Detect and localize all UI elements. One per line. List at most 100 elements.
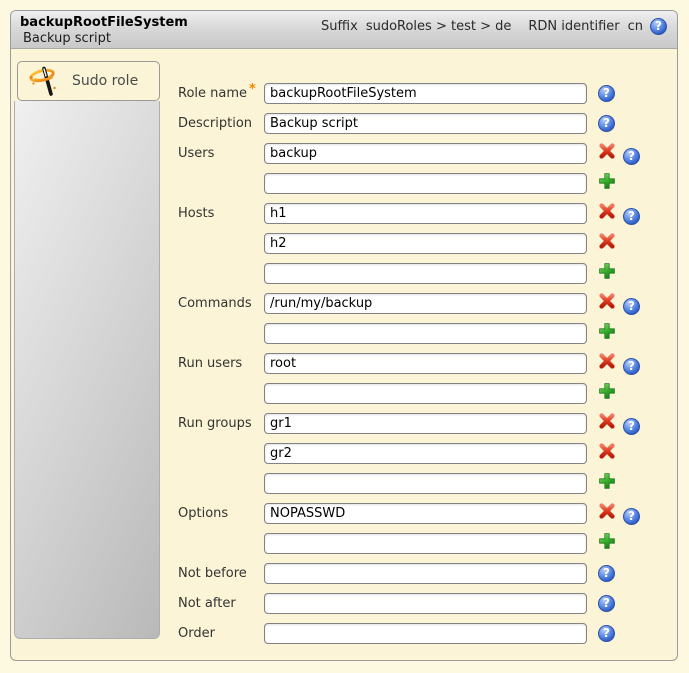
field-row: Description ?: [178, 108, 677, 138]
delete-icon[interactable]: [598, 142, 616, 160]
field-row: Users ?: [178, 138, 677, 168]
row-actions: ?: [587, 352, 640, 375]
add-icon[interactable]: [598, 382, 616, 400]
field-label: Not after: [178, 596, 264, 611]
add-icon[interactable]: [598, 322, 616, 340]
run-groups-new-input[interactable]: [264, 473, 587, 494]
row-actions: [587, 442, 616, 464]
page-subtitle: Backup script: [23, 31, 188, 47]
users-new-input[interactable]: [264, 173, 587, 194]
field-row: [178, 438, 677, 468]
users-1-input[interactable]: [264, 143, 587, 164]
field-label: Order: [178, 626, 264, 641]
help-icon[interactable]: ?: [598, 85, 615, 102]
description-input[interactable]: [264, 113, 587, 134]
row-actions: ?: [587, 85, 615, 102]
row-actions: ?: [587, 412, 640, 435]
suffix-value: sudoRoles > test > de: [366, 19, 512, 34]
run-users-1-input[interactable]: [264, 353, 587, 374]
add-icon[interactable]: [598, 262, 616, 280]
row-actions: ?: [587, 565, 615, 582]
field-label: Run groups: [178, 416, 264, 431]
help-icon[interactable]: ?: [650, 18, 667, 35]
delete-icon[interactable]: [598, 292, 616, 310]
field-row: [178, 318, 677, 348]
sudo-role-form: Role name* ? Description ? Users ? Hosts: [160, 49, 677, 660]
sidebar-body: [14, 101, 160, 639]
options-1-input[interactable]: [264, 503, 587, 524]
add-icon[interactable]: [598, 172, 616, 190]
help-icon[interactable]: ?: [623, 418, 640, 435]
delete-icon[interactable]: [598, 502, 616, 520]
add-icon[interactable]: [598, 532, 616, 550]
title-block: backupRootFileSystem Backup script: [20, 15, 188, 47]
row-actions: ?: [587, 115, 615, 132]
hosts-2-input[interactable]: [264, 233, 587, 254]
row-actions: [587, 172, 616, 194]
field-row: [178, 228, 677, 258]
field-row: [178, 258, 677, 288]
tab-sudo-role[interactable]: Sudo role: [17, 61, 160, 101]
field-label: Run users: [178, 356, 264, 371]
delete-icon[interactable]: [598, 232, 616, 250]
help-icon[interactable]: ?: [598, 595, 615, 612]
order-input[interactable]: [264, 623, 587, 644]
field-row: [178, 528, 677, 558]
delete-icon[interactable]: [598, 412, 616, 430]
commands-new-input[interactable]: [264, 323, 587, 344]
row-actions: [587, 322, 616, 344]
help-icon[interactable]: ?: [598, 625, 615, 642]
row-actions: [587, 232, 616, 254]
field-label: Commands: [178, 296, 264, 311]
rdn-group: RDN identifier cn: [528, 19, 643, 34]
role-name-input[interactable]: [264, 83, 587, 104]
rdn-identifier-label: RDN identifier: [528, 19, 619, 34]
options-new-input[interactable]: [264, 533, 587, 554]
help-icon[interactable]: ?: [623, 358, 640, 375]
main-panel: backupRootFileSystem Backup script Suffi…: [10, 10, 678, 661]
row-actions: [587, 472, 616, 494]
help-icon[interactable]: ?: [623, 148, 640, 165]
delete-icon[interactable]: [598, 202, 616, 220]
field-row: Hosts ?: [178, 198, 677, 228]
row-actions: [587, 262, 616, 284]
field-label: Users: [178, 146, 264, 161]
required-marker: *: [249, 82, 256, 97]
not-before-input[interactable]: [264, 563, 587, 584]
field-row: Run groups ?: [178, 408, 677, 438]
hosts-1-input[interactable]: [264, 203, 587, 224]
run-users-new-input[interactable]: [264, 383, 587, 404]
help-icon[interactable]: ?: [623, 298, 640, 315]
field-row: Run users ?: [178, 348, 677, 378]
page-title: backupRootFileSystem: [20, 15, 188, 31]
help-icon[interactable]: ?: [598, 565, 615, 582]
commands-1-input[interactable]: [264, 293, 587, 314]
run-groups-1-input[interactable]: [264, 413, 587, 434]
hosts-new-input[interactable]: [264, 263, 587, 284]
field-label: Role name*: [178, 86, 264, 101]
help-icon[interactable]: ?: [623, 508, 640, 525]
row-actions: [587, 532, 616, 554]
row-actions: [587, 382, 616, 404]
help-icon[interactable]: ?: [598, 115, 615, 132]
suffix-label: Suffix: [321, 19, 358, 34]
rdn-identifier-value: cn: [628, 19, 643, 34]
title-bar: backupRootFileSystem Backup script Suffi…: [11, 11, 677, 49]
row-actions: ?: [587, 625, 615, 642]
field-row: Order ?: [178, 618, 677, 648]
run-groups-2-input[interactable]: [264, 443, 587, 464]
suffix-group: Suffix sudoRoles > test > de: [321, 19, 511, 34]
field-label: Not before: [178, 566, 264, 581]
field-row: [178, 168, 677, 198]
add-icon[interactable]: [598, 472, 616, 490]
not-after-input[interactable]: [264, 593, 587, 614]
field-row: Not after ?: [178, 588, 677, 618]
field-label: Options: [178, 506, 264, 521]
help-icon[interactable]: ?: [623, 208, 640, 225]
delete-icon[interactable]: [598, 352, 616, 370]
field-row: [178, 378, 677, 408]
page: { "header": { "title": "backupRootFileSy…: [0, 0, 689, 673]
delete-icon[interactable]: [598, 442, 616, 460]
tab-label: Sudo role: [72, 73, 138, 89]
field-row: Options ?: [178, 498, 677, 528]
